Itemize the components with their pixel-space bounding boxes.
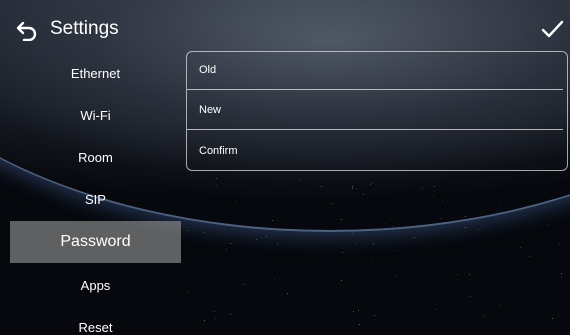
star-dot bbox=[371, 261, 372, 262]
star-dot bbox=[395, 276, 396, 277]
sidebar-item-wifi[interactable]: Wi-Fi bbox=[10, 94, 181, 136]
star-dot bbox=[414, 237, 415, 238]
header-bar: Settings bbox=[0, 0, 570, 58]
star-dot bbox=[561, 277, 562, 278]
star-dot bbox=[352, 186, 353, 187]
star-dot bbox=[194, 225, 195, 226]
checkmark-icon[interactable] bbox=[540, 17, 564, 41]
star-dot bbox=[434, 186, 435, 187]
star-dot bbox=[341, 280, 342, 281]
star-dot bbox=[358, 310, 359, 311]
settings-screen: Settings Ethernet Wi-Fi Room SIP Passwor… bbox=[0, 0, 570, 335]
star-dot bbox=[277, 243, 278, 244]
star-dot bbox=[230, 243, 231, 244]
star-dot bbox=[561, 273, 562, 274]
star-dot bbox=[442, 201, 443, 202]
sidebar-item-room[interactable]: Room bbox=[10, 136, 181, 178]
star-dot bbox=[525, 215, 526, 216]
star-dot bbox=[435, 309, 436, 310]
old-password-field[interactable]: Old bbox=[187, 52, 567, 90]
star-dot bbox=[187, 230, 188, 231]
sidebar-item-reset[interactable]: Reset bbox=[10, 306, 181, 335]
star-dot bbox=[457, 274, 458, 275]
star-dot bbox=[374, 315, 375, 316]
sidebar-item-label: SIP bbox=[85, 191, 106, 207]
star-dot bbox=[300, 179, 301, 180]
star-dot bbox=[478, 229, 479, 230]
star-dot bbox=[385, 223, 386, 224]
star-dot bbox=[243, 284, 244, 285]
star-dot bbox=[500, 305, 501, 306]
star-dot bbox=[188, 292, 189, 293]
new-password-field[interactable]: New bbox=[187, 92, 567, 130]
password-form: Old New Confirm bbox=[186, 51, 568, 171]
sidebar-item-apps[interactable]: Apps bbox=[10, 264, 181, 306]
star-dot bbox=[352, 188, 353, 189]
sidebar-item-label: Ethernet bbox=[70, 65, 121, 81]
sidebar-item-label: Password bbox=[60, 233, 131, 250]
star-dot bbox=[216, 185, 217, 186]
star-dot bbox=[256, 239, 257, 240]
star-dot bbox=[204, 320, 205, 321]
star-dot bbox=[469, 274, 470, 275]
star-dot bbox=[372, 183, 373, 184]
confirm-password-field[interactable]: Confirm bbox=[187, 133, 567, 171]
field-label: New bbox=[199, 104, 222, 116]
star-dot bbox=[465, 227, 466, 228]
field-label: Old bbox=[199, 64, 217, 76]
star-dot bbox=[433, 196, 434, 197]
star-dot bbox=[484, 316, 485, 317]
star-dot bbox=[321, 186, 322, 187]
star-dot bbox=[215, 318, 216, 319]
star-dot bbox=[352, 233, 353, 234]
sidebar-item-label: Apps bbox=[80, 277, 111, 293]
back-arrow-icon[interactable] bbox=[16, 19, 38, 42]
star-dot bbox=[559, 244, 560, 245]
star-dot bbox=[549, 254, 550, 255]
star-dot bbox=[359, 324, 360, 325]
star-dot bbox=[230, 314, 231, 315]
star-dot bbox=[373, 243, 374, 244]
star-dot bbox=[470, 296, 471, 297]
star-dot bbox=[547, 225, 548, 226]
star-dot bbox=[440, 218, 441, 219]
star-dot bbox=[397, 250, 398, 251]
star-dot bbox=[529, 256, 530, 257]
star-dot bbox=[287, 293, 288, 294]
star-dot bbox=[204, 232, 205, 233]
star-dot bbox=[353, 311, 354, 312]
star-dot bbox=[363, 194, 364, 195]
star-dot bbox=[332, 203, 333, 204]
star-dot bbox=[216, 178, 217, 179]
star-dot bbox=[236, 200, 237, 201]
star-dot bbox=[392, 226, 393, 227]
page-title: Settings bbox=[50, 18, 119, 39]
sidebar-item-sip[interactable]: SIP bbox=[10, 178, 181, 220]
sidebar-item-ethernet[interactable]: Ethernet bbox=[10, 52, 181, 94]
star-dot bbox=[552, 318, 553, 319]
star-dot bbox=[272, 220, 273, 221]
sidebar-item-label: Reset bbox=[78, 319, 113, 335]
star-dot bbox=[342, 252, 343, 253]
star-dot bbox=[214, 311, 215, 312]
sidebar-item-password[interactable]: Password bbox=[10, 221, 181, 263]
star-dot bbox=[274, 279, 275, 280]
field-label: Confirm bbox=[199, 145, 238, 157]
star-dot bbox=[274, 290, 275, 291]
sidebar-item-label: Room bbox=[78, 149, 113, 165]
star-dot bbox=[226, 249, 227, 250]
star-dot bbox=[520, 247, 521, 248]
sidebar-item-label: Wi-Fi bbox=[80, 107, 111, 123]
field-underline bbox=[187, 89, 563, 90]
star-dot bbox=[465, 216, 466, 217]
star-dot bbox=[500, 201, 501, 202]
star-dot bbox=[266, 236, 267, 237]
star-dot bbox=[356, 188, 357, 189]
star-dot bbox=[356, 243, 357, 244]
field-underline bbox=[187, 129, 563, 130]
star-dot bbox=[341, 219, 342, 220]
star-dot bbox=[370, 184, 371, 185]
star-dot bbox=[422, 188, 423, 189]
